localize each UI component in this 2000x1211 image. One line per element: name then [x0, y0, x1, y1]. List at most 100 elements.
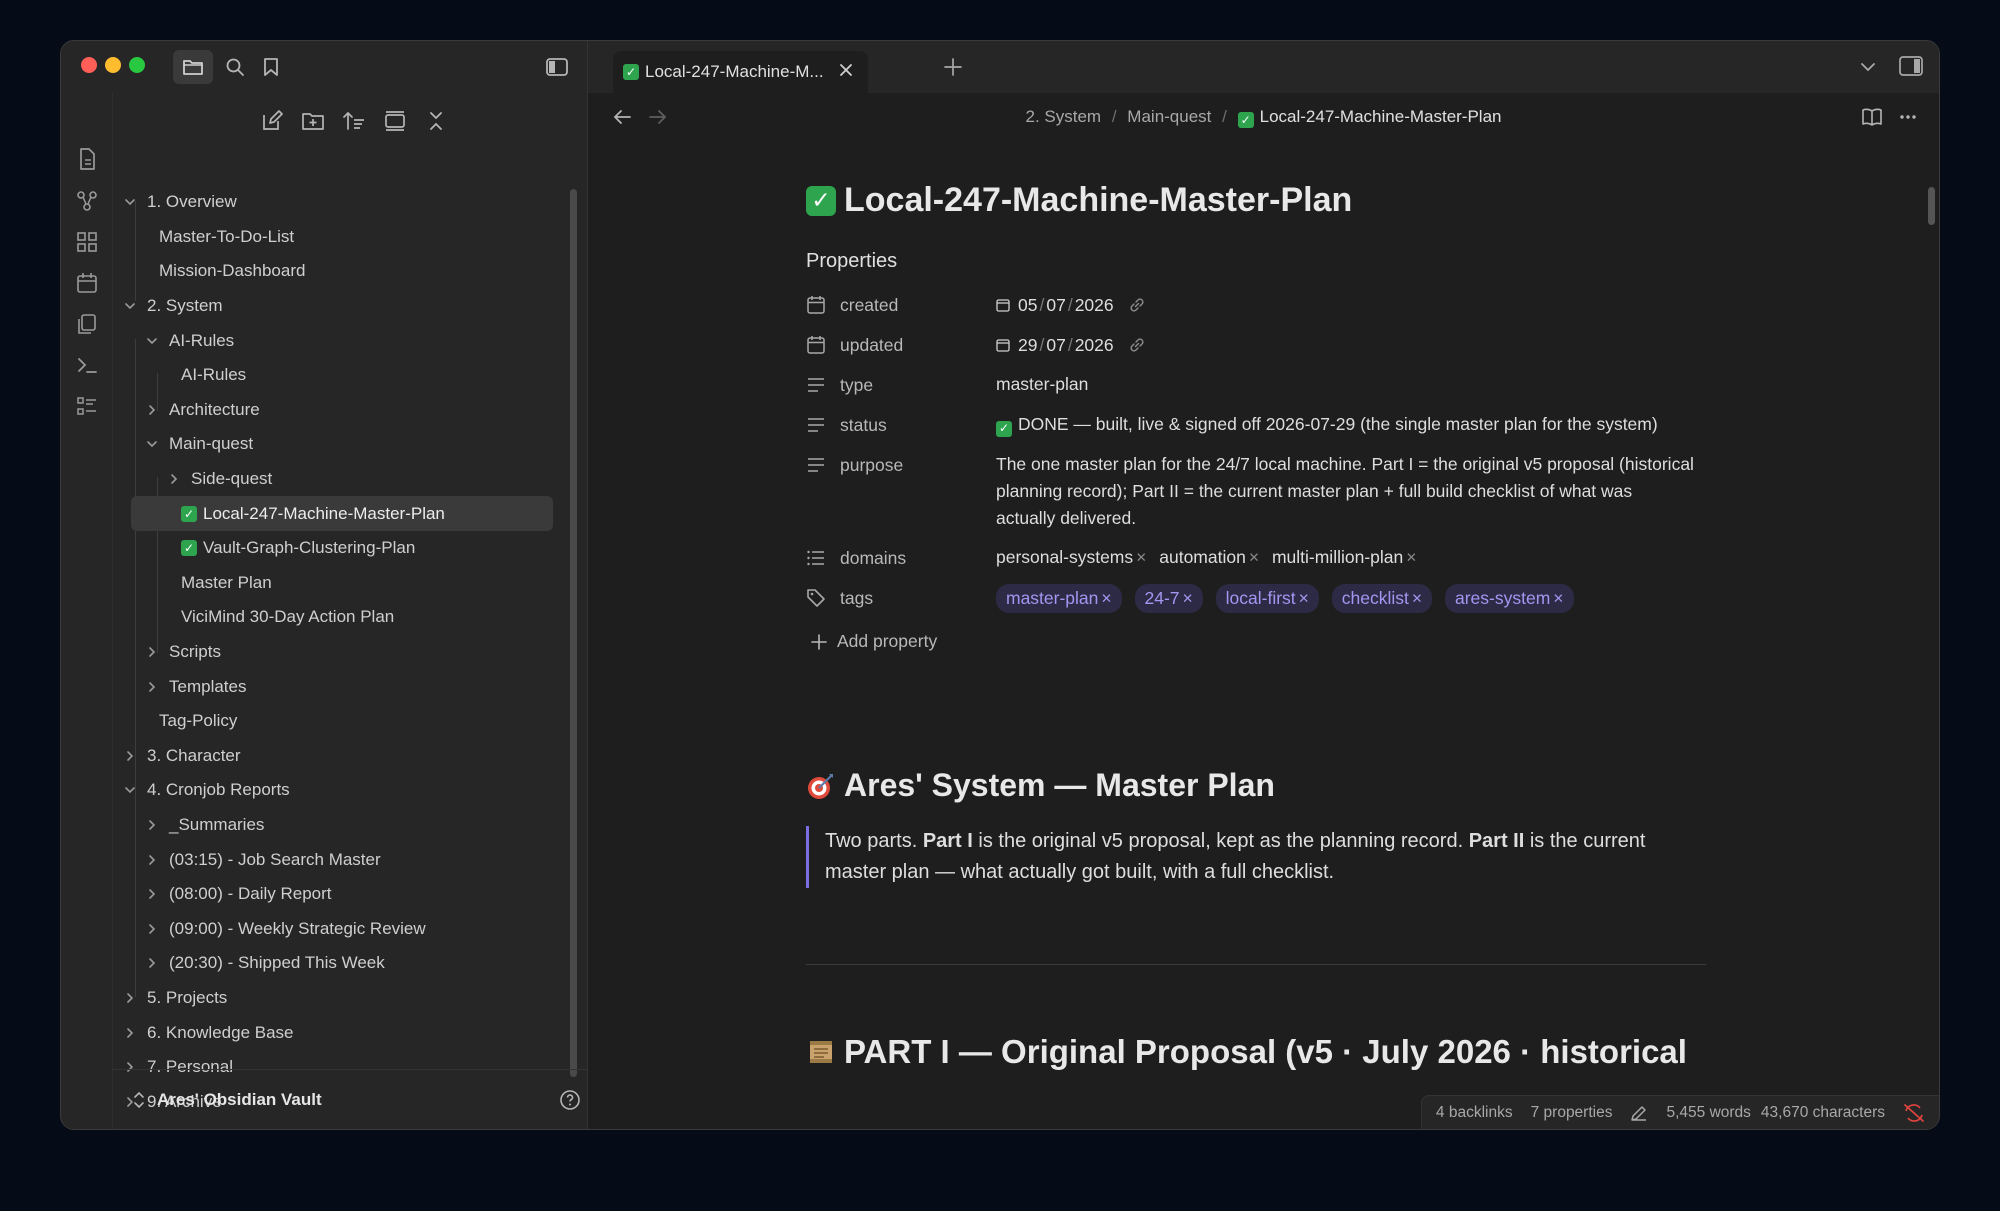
close-tab-button[interactable] — [838, 62, 854, 83]
files-view-button[interactable] — [173, 50, 213, 84]
heading-ares-system[interactable]: Ares' System — Master Plan — [806, 767, 1706, 804]
zoom-window-button[interactable] — [129, 57, 145, 73]
tree-folder[interactable]: _Summaries — [113, 808, 565, 843]
tree-folder[interactable]: 1. Overview — [113, 185, 565, 220]
list-item[interactable]: automation × — [1159, 544, 1259, 571]
chevron-right-icon[interactable] — [167, 472, 181, 486]
new-folder-button[interactable] — [299, 107, 327, 135]
list-item[interactable]: personal-systems × — [996, 544, 1146, 571]
remove-icon[interactable]: × — [1299, 588, 1309, 608]
edit-mode-button[interactable] — [1630, 1104, 1648, 1122]
tree-folder[interactable]: 5. Projects — [113, 981, 565, 1016]
bookmarks-view-button[interactable] — [251, 50, 291, 84]
calendar-icon[interactable] — [806, 335, 826, 355]
chevron-right-icon[interactable] — [123, 991, 137, 1005]
remove-icon[interactable]: × — [1101, 588, 1111, 608]
ribbon-graph-button[interactable] — [75, 189, 99, 213]
tree-folder[interactable]: Side-quest — [113, 462, 565, 497]
remove-icon[interactable]: × — [1249, 547, 1259, 567]
tree-folder[interactable]: Scripts — [113, 635, 565, 670]
heading-part-one[interactable]: PART I — Original Proposal (v5 · July 20… — [806, 1033, 1706, 1071]
new-note-button[interactable] — [258, 107, 286, 135]
property-key[interactable]: purpose — [840, 455, 903, 476]
sidebar-scrollbar[interactable] — [570, 189, 577, 1077]
ribbon-canvas-button[interactable] — [75, 230, 99, 254]
tree-folder[interactable]: Templates — [113, 669, 565, 704]
tree-folder[interactable]: 4. Cronjob Reports — [113, 773, 565, 808]
remove-icon[interactable]: × — [1406, 547, 1416, 567]
tag-icon[interactable] — [806, 588, 826, 608]
tree-file[interactable]: ✓ Vault-Graph-Clustering-Plan — [113, 531, 565, 566]
remove-icon[interactable]: × — [1553, 588, 1563, 608]
tag-pill[interactable]: 24-7 × — [1134, 584, 1203, 613]
link-icon[interactable] — [1128, 296, 1146, 314]
chevron-right-icon[interactable] — [145, 645, 159, 659]
chevron-right-icon[interactable] — [145, 922, 159, 936]
ribbon-command-palette-button[interactable] — [75, 353, 99, 377]
more-options-button[interactable] — [1899, 107, 1917, 132]
auto-reveal-button[interactable] — [381, 107, 409, 135]
tag-pill[interactable]: local-first × — [1215, 584, 1319, 613]
property-key[interactable]: domains — [840, 548, 906, 569]
tree-folder[interactable]: (08:00) - Daily Report — [113, 877, 565, 912]
chevron-down-icon[interactable] — [123, 299, 137, 313]
tab-local-247-machine-master-plan[interactable]: ✓ Local-247-Machine-M... — [613, 51, 868, 93]
close-window-button[interactable] — [81, 57, 97, 73]
tree-folder[interactable]: Main-quest — [113, 427, 565, 462]
ribbon-new-note-button[interactable] — [75, 147, 99, 171]
new-tab-button[interactable] — [943, 57, 963, 82]
breadcrumb-current[interactable]: Local-247-Machine-Master-Plan — [1260, 107, 1502, 126]
tree-file[interactable]: ✓ Local-247-Machine-Master-Plan — [131, 496, 553, 531]
tag-pill[interactable]: master-plan × — [996, 584, 1122, 613]
breadcrumb-system[interactable]: 2. System — [1026, 107, 1102, 126]
ribbon-templates-button[interactable] — [75, 312, 99, 336]
tree-file[interactable]: Mission-Dashboard — [113, 254, 565, 289]
tree-folder[interactable]: (09:00) - Weekly Strategic Review — [113, 911, 565, 946]
chevron-down-icon[interactable] — [123, 195, 137, 209]
tree-folder[interactable]: Architecture — [113, 393, 565, 428]
tree-file[interactable]: ViciMind 30-Day Action Plan — [113, 600, 565, 635]
collapse-sidebar-button[interactable] — [537, 50, 577, 84]
text-lines-icon[interactable] — [806, 415, 826, 435]
property-value-date[interactable]: 05/07/2026 — [996, 285, 1696, 325]
text-lines-icon[interactable] — [806, 455, 826, 475]
collapse-all-button[interactable] — [422, 107, 450, 135]
chevron-down-icon[interactable] — [145, 437, 159, 451]
vault-name[interactable]: Ares' Obsidian Vault — [157, 1090, 322, 1110]
chevron-down-icon[interactable] — [145, 334, 159, 348]
tree-folder[interactable]: AI-Rules — [113, 323, 565, 358]
property-value-status[interactable]: ✓ DONE — built, live & signed off 2026-07… — [996, 405, 1696, 445]
minimize-window-button[interactable] — [105, 57, 121, 73]
chevron-right-icon[interactable] — [145, 680, 159, 694]
chevron-right-icon[interactable] — [145, 853, 159, 867]
tab-list-button[interactable] — [1859, 59, 1877, 80]
properties-heading[interactable]: Properties — [806, 250, 1706, 273]
tree-file[interactable]: Tag-Policy — [113, 704, 565, 739]
tree-file[interactable]: AI-Rules — [113, 358, 565, 393]
list-icon[interactable] — [806, 548, 826, 568]
reading-view-button[interactable] — [1861, 107, 1883, 132]
chevron-right-icon[interactable] — [145, 887, 159, 901]
text-lines-icon[interactable] — [806, 375, 826, 395]
note-scrollbar[interactable] — [1928, 187, 1935, 225]
tree-folder[interactable]: 2. System — [113, 289, 565, 324]
sync-status-button[interactable] — [1903, 1103, 1925, 1123]
tree-folder[interactable]: 3. Character — [113, 739, 565, 774]
note-title[interactable]: ✓ Local-247-Machine-Master-Plan — [806, 181, 1706, 220]
calendar-icon[interactable] — [806, 295, 826, 315]
property-key[interactable]: status — [840, 415, 887, 436]
remove-icon[interactable]: × — [1183, 588, 1193, 608]
tree-file[interactable]: Master Plan — [113, 566, 565, 601]
vault-switcher-button[interactable] — [133, 1091, 145, 1109]
property-value[interactable]: The one master plan for the 24/7 local m… — [996, 445, 1696, 538]
right-sidebar-toggle-button[interactable] — [1899, 56, 1923, 81]
ribbon-tasks-button[interactable] — [75, 394, 99, 418]
chevron-right-icon[interactable] — [145, 818, 159, 832]
sort-button[interactable] — [340, 107, 368, 135]
add-property-button[interactable]: Add property — [806, 631, 1706, 652]
link-icon[interactable] — [1128, 336, 1146, 354]
chevron-right-icon[interactable] — [123, 1026, 137, 1040]
tag-pill[interactable]: ares-system × — [1445, 584, 1574, 613]
tag-pill[interactable]: checklist × — [1331, 584, 1433, 613]
search-view-button[interactable] — [215, 50, 255, 84]
